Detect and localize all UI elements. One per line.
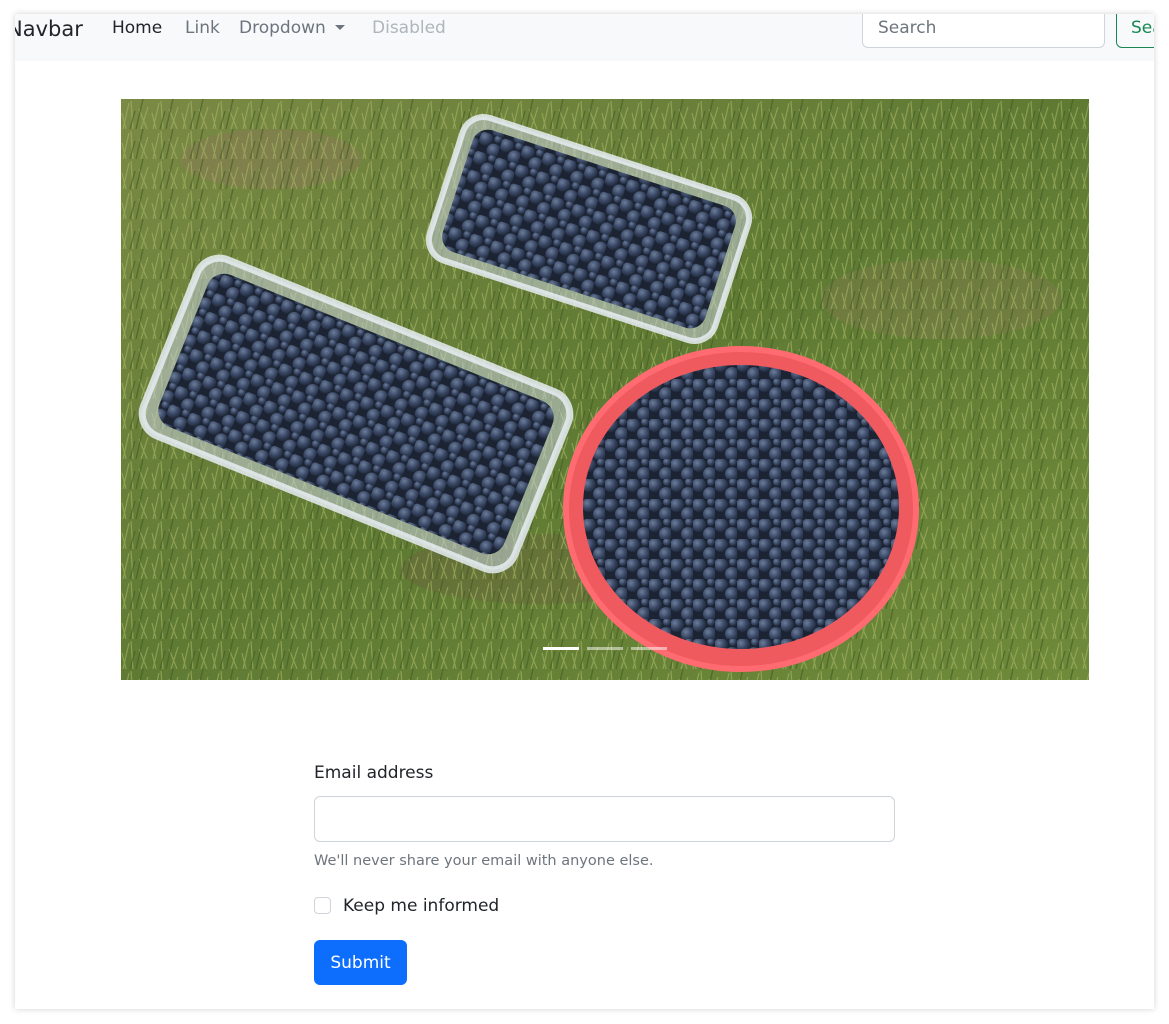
nav-link-home[interactable]: Home xyxy=(112,17,162,39)
email-help-text: We'll never share your email with anyone… xyxy=(314,853,654,869)
carousel-indicator-2[interactable] xyxy=(587,647,623,650)
nav-dropdown-toggle[interactable]: Dropdown xyxy=(239,17,345,39)
keep-informed-checkbox[interactable] xyxy=(314,897,331,914)
navbar-brand[interactable]: Navbar xyxy=(15,15,83,43)
carousel-indicator-1[interactable] xyxy=(543,647,579,650)
submit-button[interactable]: Submit xyxy=(314,940,407,985)
search-input[interactable] xyxy=(862,14,1105,48)
carousel[interactable] xyxy=(121,99,1089,680)
nav-dropdown-label: Dropdown xyxy=(239,18,326,38)
caret-down-icon xyxy=(334,25,345,30)
page-frame: Navbar Home Link Dropdown Disabled Searc… xyxy=(15,14,1154,1009)
navbar: Navbar Home Link Dropdown Disabled Searc… xyxy=(15,14,1154,61)
keep-informed-label[interactable]: Keep me informed xyxy=(343,895,499,917)
carousel-slide-image xyxy=(121,99,1089,680)
nav-link-disabled: Disabled xyxy=(372,18,446,38)
carousel-indicators xyxy=(121,647,1089,650)
nav-link-link[interactable]: Link xyxy=(185,17,220,39)
carousel-indicator-3[interactable] xyxy=(631,647,667,650)
email-label: Email address xyxy=(314,763,434,783)
search-button[interactable]: Search xyxy=(1116,14,1154,48)
email-field[interactable] xyxy=(314,796,895,842)
